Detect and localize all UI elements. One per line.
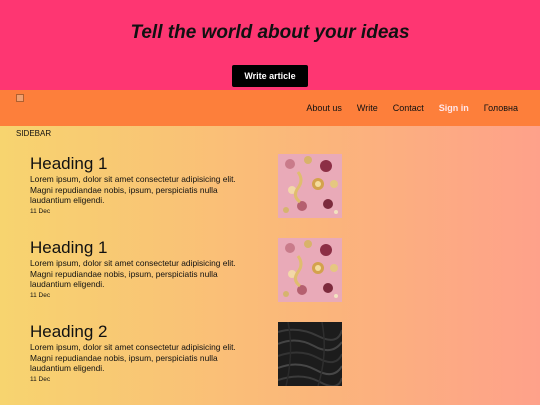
nav-link-sign-in[interactable]: Sign in <box>439 103 469 113</box>
post-excerpt: Lorem ipsum, dolor sit amet consectetur … <box>30 174 236 205</box>
post-excerpt: Lorem ipsum, dolor sit amet consectetur … <box>30 258 236 289</box>
post-heading[interactable]: Heading 1 <box>30 238 108 258</box>
post-heading[interactable]: Heading 1 <box>30 154 108 174</box>
hero-title: Tell the world about your ideas <box>130 22 410 43</box>
post-excerpt: Lorem ipsum, dolor sit amet consectetur … <box>30 342 236 373</box>
post-thumbnail-feathers[interactable] <box>278 322 342 386</box>
nav-links: About us Write Contact Sign in Головна <box>306 90 518 126</box>
post-date: 11 Dec <box>30 208 51 215</box>
nav-link-about-us[interactable]: About us <box>306 103 342 113</box>
nav-link-contact[interactable]: Contact <box>393 103 424 113</box>
broken-image-icon[interactable] <box>16 94 24 102</box>
post-card[interactable]: Heading 1 Lorem ipsum, dolor sit amet co… <box>30 238 342 304</box>
post-date: 11 Dec <box>30 292 51 299</box>
nav-link-home[interactable]: Головна <box>484 103 518 113</box>
feathers-image <box>278 322 342 386</box>
post-card[interactable]: Heading 2 Lorem ipsum, dolor sit amet co… <box>30 322 342 388</box>
ornaments-image <box>278 238 342 302</box>
post-thumbnail-ornaments[interactable] <box>278 238 342 302</box>
navbar: About us Write Contact Sign in Головна <box>0 90 540 126</box>
post-thumbnail-ornaments[interactable] <box>278 154 342 218</box>
main-content: SIDEBAR Heading 1 Lorem ipsum, dolor sit… <box>0 126 540 405</box>
post-date: 11 Dec <box>30 376 51 383</box>
post-card[interactable]: Heading 1 Lorem ipsum, dolor sit amet co… <box>30 154 342 220</box>
hero-banner: Tell the world about your ideas Write ar… <box>0 0 540 90</box>
nav-link-write[interactable]: Write <box>357 103 378 113</box>
sidebar: SIDEBAR <box>16 129 52 138</box>
ornaments-image <box>278 154 342 218</box>
write-article-button[interactable]: Write article <box>232 65 308 87</box>
post-heading[interactable]: Heading 2 <box>30 322 108 342</box>
